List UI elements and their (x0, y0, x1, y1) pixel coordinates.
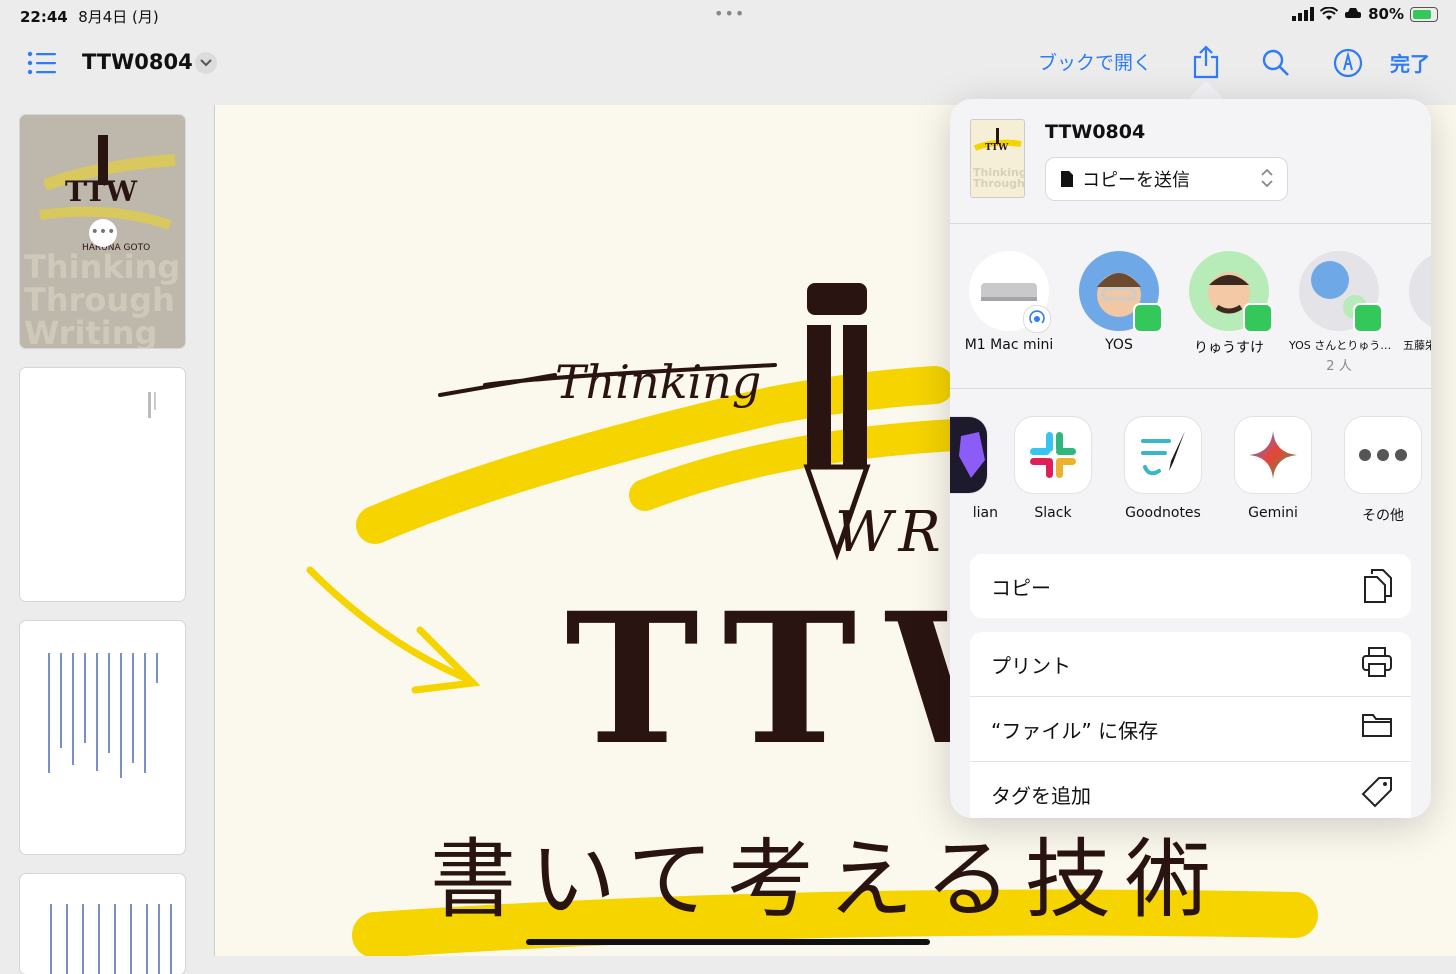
chevron-down-icon (200, 59, 212, 67)
obsidian-icon (950, 417, 987, 493)
mac-mini-avatar (969, 251, 1051, 333)
goto-avatar (1409, 251, 1431, 331)
send-option-select[interactable]: コピーを送信 (1045, 157, 1288, 201)
page-thumbnail-2[interactable] (20, 368, 185, 601)
app-more[interactable]: その他 (1328, 417, 1431, 525)
contact-ryusuke[interactable]: りゅうすけ (1179, 251, 1279, 357)
open-in-books-button[interactable]: ブックで開く (1038, 48, 1152, 75)
yellow-arrow (306, 566, 481, 694)
tag-icon (1361, 777, 1392, 808)
text-page-thumbnail-art (48, 653, 158, 778)
chevron-up-down-icon (1261, 168, 1273, 188)
action-label: タグを追加 (991, 783, 1091, 808)
done-button[interactable]: 完了 (1390, 48, 1430, 77)
document-icon (1061, 171, 1073, 187)
share-icon[interactable] (1192, 45, 1220, 79)
status-right: 80% (1292, 5, 1438, 23)
action-add-tag[interactable]: タグを追加 (970, 761, 1411, 818)
thumb-more-button[interactable]: ••• (89, 219, 117, 247)
send-option-label: コピーを送信 (1082, 170, 1190, 191)
copy-icon (1364, 569, 1392, 603)
share-doc-title: TTW0804 (1045, 121, 1146, 143)
markup-icon[interactable] (1333, 48, 1363, 78)
action-save-to-files[interactable]: “ファイル” に保存 (970, 696, 1411, 761)
sidebar-toggle-icon[interactable] (27, 51, 57, 75)
page-thumbnail-1[interactable]: TTW HARUNA GOTO Thinking Through Writing •… (20, 115, 185, 348)
person-subtitle: 2 人 (1326, 359, 1352, 374)
cover-subtitle: 書いて考える技術 (430, 830, 1225, 930)
action-print[interactable]: プリント (970, 632, 1411, 696)
status-date: 8月4日 (月) (78, 8, 159, 26)
airdrop-icon (1023, 305, 1051, 333)
slack-icon (1015, 417, 1091, 493)
status-bar: 22:44 8月4日 (月) ••• 80% (0, 0, 1456, 32)
document-title[interactable]: TTW0804 (82, 50, 193, 74)
app-goodnotes[interactable]: Goodnotes (1108, 417, 1218, 521)
cover-script-writing: WR (835, 500, 947, 565)
app-name: lian (972, 505, 998, 521)
app-name: Goodnotes (1125, 505, 1201, 521)
app-obsidian[interactable]: lian (950, 417, 1004, 521)
status-time: 22:44 8月4日 (月) (20, 8, 159, 26)
title-menu-button[interactable] (195, 52, 217, 74)
action-label: コピー (991, 575, 1051, 600)
cover-script-thinking: Thinking (555, 355, 762, 409)
person-name: YOS さんとりゅう… (1289, 339, 1392, 352)
wifi-icon (1320, 7, 1339, 20)
share-doc-thumbnail: TTW Thinking Through (970, 119, 1025, 198)
yos-avatar (1079, 251, 1163, 333)
divider (950, 388, 1431, 389)
action-group-main: プリント “ファイル” に保存 タグを追加 (970, 632, 1411, 818)
action-label: プリント (991, 653, 1071, 678)
share-sheet: TTW Thinking Through TTW0804 コピーを送信 M1 Mac… (950, 99, 1431, 818)
app-name: その他 (1362, 508, 1404, 524)
airdrop-target[interactable]: M1 Mac mini (959, 251, 1059, 353)
app-gemini[interactable]: Gemini (1218, 417, 1328, 521)
page-thumbnail-3[interactable] (20, 621, 185, 854)
person-name: M1 Mac mini (964, 337, 1054, 353)
goodnotes-icon (1125, 417, 1201, 493)
messages-icon (1133, 303, 1163, 333)
battery-percent: 80% (1368, 5, 1404, 23)
search-icon[interactable] (1262, 49, 1290, 77)
folder-icon (1362, 714, 1392, 737)
contact-yos[interactable]: YOS (1069, 251, 1169, 353)
contact-goto[interactable]: 五藤栄 (1395, 251, 1431, 353)
group-yos-ryusuke[interactable]: YOS さんとりゅう… 2 人 (1289, 251, 1392, 374)
thumb-logo: TTW (65, 175, 138, 208)
ryusuke-avatar (1189, 251, 1273, 333)
person-name: 五藤栄 (1403, 339, 1431, 352)
more-icon (1345, 417, 1421, 493)
app-name: Slack (1034, 505, 1072, 521)
page-thumbnail-4[interactable] (20, 874, 185, 974)
battery-icon (1410, 6, 1438, 22)
messages-icon (1353, 303, 1383, 333)
action-group-copy: コピー (970, 554, 1411, 618)
app-name: Gemini (1248, 505, 1298, 521)
svg-text:TTW: TTW (985, 143, 1009, 153)
svg-text:Through: Through (973, 177, 1024, 190)
signal-icon (1292, 7, 1315, 21)
messages-icon (1243, 303, 1273, 333)
thumb-cover-text: Thinking Through Writing (24, 248, 181, 349)
home-indicator[interactable] (526, 939, 930, 945)
printer-icon (1362, 647, 1392, 677)
multitasking-dots[interactable]: ••• (714, 4, 745, 23)
gemini-icon (1235, 417, 1311, 493)
text-page-thumbnail-art (50, 904, 172, 974)
action-label: “ファイル” に保存 (991, 718, 1159, 743)
person-name: YOS (1105, 337, 1133, 353)
divider (950, 223, 1431, 224)
person-name: りゅうすけ (1194, 340, 1264, 356)
car-icon (1345, 8, 1362, 18)
app-slack[interactable]: Slack (998, 417, 1108, 521)
group-avatar (1299, 251, 1383, 333)
toolbar (0, 32, 1456, 94)
action-copy[interactable]: コピー (970, 554, 1411, 618)
